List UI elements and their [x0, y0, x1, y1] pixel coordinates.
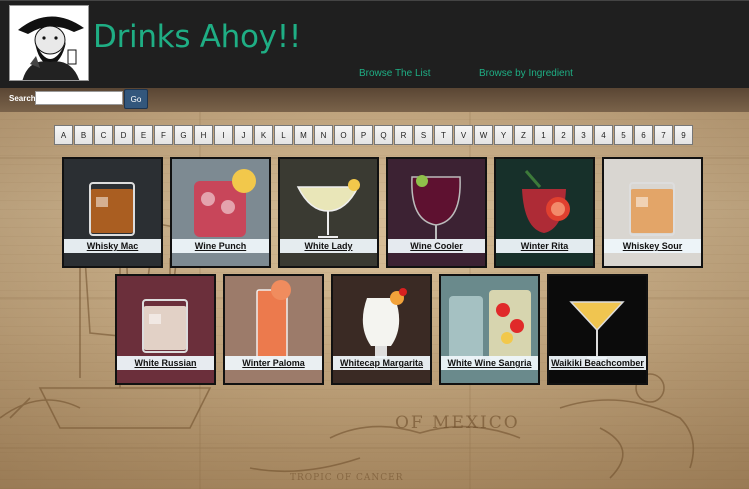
letter-button[interactable]: M [294, 125, 313, 145]
site-header: Drinks Ahoy!! Browse The List Browse by … [0, 0, 749, 88]
main-content: OF MEXICO TROPIC OF CANCER Search: Go AB… [0, 88, 749, 489]
letter-button[interactable]: O [334, 125, 353, 145]
letter-button[interactable]: 2 [554, 125, 573, 145]
drink-name-link[interactable]: Winter Rita [496, 239, 593, 253]
svg-text:OF MEXICO: OF MEXICO [395, 413, 520, 433]
drink-card[interactable]: Wine Punch [170, 157, 271, 268]
drink-card[interactable]: Waikiki Beachcomber [547, 274, 648, 385]
drink-card[interactable]: Winter Paloma [223, 274, 324, 385]
pirate-logo[interactable] [9, 5, 89, 81]
letter-button[interactable]: T [434, 125, 453, 145]
letter-button[interactable]: Y [494, 125, 513, 145]
drink-card[interactable]: White Wine Sangria [439, 274, 540, 385]
letter-button[interactable]: S [414, 125, 433, 145]
drink-card[interactable]: Wine Cooler [386, 157, 487, 268]
letter-button[interactable]: C [94, 125, 113, 145]
letter-button[interactable]: K [254, 125, 273, 145]
go-button[interactable]: Go [124, 89, 148, 109]
drink-grid-row-1: Whisky Mac Wine Punch White Lady Wine Coole… [62, 157, 703, 268]
letter-button[interactable]: F [154, 125, 173, 145]
letter-button[interactable]: B [74, 125, 93, 145]
letter-button[interactable]: G [174, 125, 193, 145]
svg-text:TROPIC OF CANCER: TROPIC OF CANCER [290, 473, 404, 483]
letter-button[interactable]: 6 [634, 125, 653, 145]
drink-card[interactable]: Whisky Mac [62, 157, 163, 268]
drink-name-link[interactable]: Whitecap Margarita [333, 356, 430, 370]
letter-button[interactable]: V [454, 125, 473, 145]
letter-button[interactable]: R [394, 125, 413, 145]
search-label: Search: [9, 94, 39, 103]
drink-name-link[interactable]: Whisky Mac [64, 239, 161, 253]
drink-name-link[interactable]: Wine Cooler [388, 239, 485, 253]
letter-button[interactable]: L [274, 125, 293, 145]
letter-button[interactable]: N [314, 125, 333, 145]
browse-list-link[interactable]: Browse The List [359, 68, 431, 79]
letter-button[interactable]: J [234, 125, 253, 145]
letter-button[interactable]: H [194, 125, 213, 145]
letter-button[interactable]: 4 [594, 125, 613, 145]
pirate-icon [10, 6, 88, 80]
search-bar: Search: Go [0, 88, 749, 112]
drink-name-link[interactable]: Waikiki Beachcomber [549, 356, 646, 370]
drink-name-link[interactable]: White Russian [117, 356, 214, 370]
drink-card[interactable]: Whiskey Sour [602, 157, 703, 268]
letter-button[interactable]: P [354, 125, 373, 145]
alphabet-filter: ABCDEFGHIJKLMNOPQRSTVWYZ12345679 [54, 125, 693, 145]
site-title: Drinks Ahoy!! [93, 19, 301, 55]
letter-button[interactable]: E [134, 125, 153, 145]
drink-grid-row-2: White Russian Winter Paloma Whitecap Marga… [115, 274, 648, 385]
drink-card[interactable]: White Lady [278, 157, 379, 268]
drink-name-link[interactable]: Whiskey Sour [604, 239, 701, 253]
drink-card[interactable]: Winter Rita [494, 157, 595, 268]
drink-card[interactable]: Whitecap Margarita [331, 274, 432, 385]
letter-button[interactable]: 9 [674, 125, 693, 145]
drink-name-link[interactable]: Wine Punch [172, 239, 269, 253]
drink-name-link[interactable]: Winter Paloma [225, 356, 322, 370]
letter-button[interactable]: Q [374, 125, 393, 145]
browse-ingredient-link[interactable]: Browse by Ingredient [479, 68, 573, 79]
drink-name-link[interactable]: White Wine Sangria [441, 356, 538, 370]
letter-button[interactable]: Z [514, 125, 533, 145]
drink-card[interactable]: White Russian [115, 274, 216, 385]
drink-name-link[interactable]: White Lady [280, 239, 377, 253]
letter-button[interactable]: A [54, 125, 73, 145]
letter-button[interactable]: 3 [574, 125, 593, 145]
letter-button[interactable]: 7 [654, 125, 673, 145]
search-input[interactable] [35, 91, 123, 105]
letter-button[interactable]: 5 [614, 125, 633, 145]
letter-button[interactable]: 1 [534, 125, 553, 145]
letter-button[interactable]: W [474, 125, 493, 145]
letter-button[interactable]: D [114, 125, 133, 145]
letter-button[interactable]: I [214, 125, 233, 145]
